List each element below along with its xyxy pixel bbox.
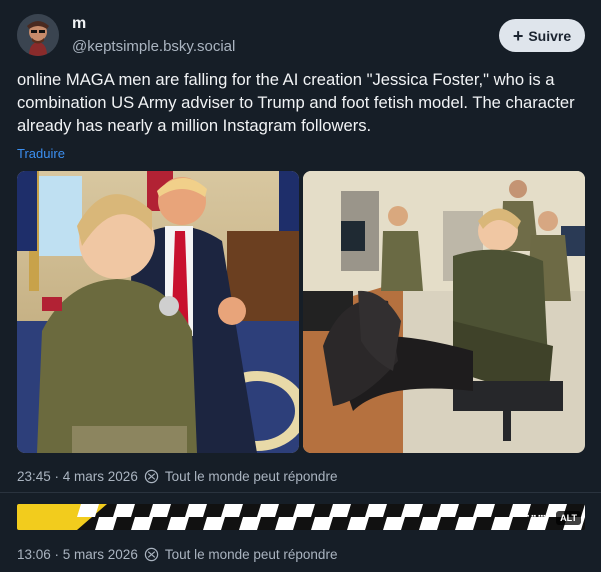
reply-setting-text[interactable]: Tout le monde peut répondre bbox=[165, 469, 338, 484]
post-text: online MAGA men are falling for the AI c… bbox=[17, 70, 575, 135]
image-watermark: ▪▪▪▪▪ ▪▪ ▪▪▪▪▪▪ bbox=[516, 513, 553, 520]
follow-button-label: Suivre bbox=[528, 27, 572, 44]
reply-setting-icon bbox=[144, 547, 159, 562]
post-container: m @keptsimple.bsky.social + Suivre onlin… bbox=[0, 0, 601, 572]
post-image-1[interactable] bbox=[17, 171, 299, 453]
post-separator bbox=[0, 492, 601, 493]
follow-button[interactable]: + Suivre bbox=[499, 19, 585, 52]
second-reply-setting-text[interactable]: Tout le monde peut répondre bbox=[165, 547, 338, 562]
post-meta: 23:45 · 4 mars 2026 Tout le monde peut r… bbox=[17, 469, 337, 484]
post-image-2[interactable] bbox=[303, 171, 585, 453]
translate-link[interactable]: Traduire bbox=[17, 146, 65, 161]
second-post-meta: 13:06 · 5 mars 2026 Tout le monde peut r… bbox=[17, 547, 337, 562]
author-display-name[interactable]: m bbox=[72, 15, 86, 33]
second-post-timestamp[interactable]: 13:06 · 5 mars 2026 bbox=[17, 547, 138, 562]
post-timestamp[interactable]: 23:45 · 4 mars 2026 bbox=[17, 469, 138, 484]
next-post-image-preview[interactable]: ▪▪▪▪▪ ▪▪ ▪▪▪▪▪▪ ALT bbox=[17, 504, 585, 530]
author-handle[interactable]: @keptsimple.bsky.social bbox=[72, 38, 235, 55]
author-avatar[interactable] bbox=[17, 14, 59, 56]
plus-icon: + bbox=[512, 25, 524, 46]
alt-badge[interactable]: ALT bbox=[556, 511, 581, 525]
reply-setting-icon bbox=[144, 469, 159, 484]
